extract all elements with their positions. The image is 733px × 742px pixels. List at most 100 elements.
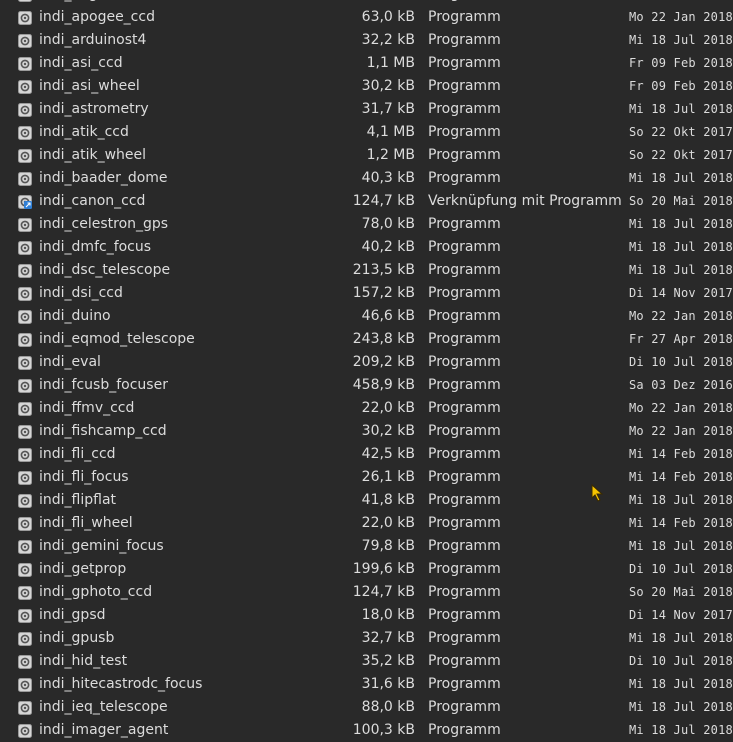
file-size: 31,7 kB [361,101,415,117]
file-row[interactable]: indi_atik_wheel 1,2 MB Programm So 22 Okt 2… [0,144,733,167]
file-name: indi_hid_test [39,653,128,669]
file-date: Mi 18 Jul 2018 [629,539,733,553]
executable-icon [18,356,32,370]
file-row[interactable]: indi_fli_wheel 22,0 kB Programm Mi 14 Feb 2… [0,512,733,535]
executable-icon [18,678,32,692]
file-row[interactable]: indi_gemini_focus 79,8 kB Programm Mi 18 Ju… [0,535,733,558]
executable-icon [18,218,32,232]
executable-icon [18,540,32,554]
file-size: 32,2 kB [361,32,415,48]
file-row[interactable]: indi_duino 46,6 kB Programm Mo 22 Jan 2018 [0,305,733,328]
file-size: 209,2 kB [352,354,415,370]
file-type: Programm [428,147,501,163]
file-type: Programm [428,676,501,692]
file-row[interactable]: indi_astrometry 31,7 kB Programm Mi 18 Jul … [0,98,733,121]
file-row[interactable]: indi_ieq_telescope 88,0 kB Programm Mi 18 J… [0,696,733,719]
file-row[interactable]: indi_eval 209,2 kB Programm Di 10 Jul 2018 [0,351,733,374]
file-row[interactable]: indi_flipflat 41,8 kB Programm Mi 18 Jul 20… [0,489,733,512]
executable-icon [18,494,32,508]
file-row[interactable]: indi_getprop 199,6 kB Programm Di 10 Jul 20… [0,558,733,581]
pointer-arrow-icon [591,484,604,502]
file-row[interactable]: indi_gphoto_ccd 124,7 kB Programm So 20 Mai… [0,581,733,604]
file-date: Mi 18 Jul 2018 [629,240,733,254]
file-name: indi_atik_ccd [39,124,129,140]
file-row[interactable]: indi_eqmod_telescope 243,8 kB Programm Fr 2… [0,328,733,351]
file-type: Programm [428,469,501,485]
file-date: Di 14 Nov 2017 [629,286,733,300]
file-row[interactable]: indi_baader_dome 40,3 kB Programm Mi 18 Jul… [0,167,733,190]
file-size: 4,1 MB [366,124,415,140]
file-row[interactable]: indi_fli_ccd 42,5 kB Programm Mi 14 Feb 201… [0,443,733,466]
file-size: 199,6 kB [352,561,415,577]
file-row[interactable]: indi_canon_ccd 124,7 kB Verknüpfung mit Pr… [0,190,733,213]
executable-icon [18,379,32,393]
executable-icon [18,563,32,577]
file-row[interactable]: indi_atik_ccd 4,1 MB Programm So 22 Okt 201… [0,121,733,144]
file-type: Programm [428,515,501,531]
file-date: Mo 22 Jan 2018 [629,10,733,24]
file-size: 26,1 kB [361,469,415,485]
executable-icon [18,609,32,623]
file-row[interactable]: indi_hid_test 35,2 kB Programm Di 10 Jul 20… [0,650,733,673]
file-date: So 20 Mai 2018 [629,585,733,599]
file-row[interactable]: indi_dsi_ccd 157,2 kB Programm Di 14 Nov 20… [0,282,733,305]
executable-icon [18,126,32,140]
file-row[interactable]: indi_gpsd 18,0 kB Programm Di 14 Nov 2017 [0,604,733,627]
file-name: indi_fishcamp_ccd [39,423,167,439]
executable-icon [18,11,32,25]
file-row[interactable]: indi_dmfc_focus 40,2 kB Programm Mi 18 Jul … [0,236,733,259]
file-date: Mi 18 Jul 2018 [629,217,733,231]
file-name: indi_baader_dome [39,170,168,186]
file-row[interactable]: indi_dsc_telescope 213,5 kB Programm Mi 18 … [0,259,733,282]
file-type: Programm [428,423,501,439]
file-row[interactable]: indi_ffmv_ccd 22,0 kB Programm Mo 22 Jan 20… [0,397,733,420]
file-size: 1,2 MB [366,147,415,163]
file-row[interactable]: indi_fishcamp_ccd 30,2 kB Programm Mo 22 Ja… [0,420,733,443]
file-row[interactable]: indi_arduinost4 32,2 kB Programm Mi 18 Jul … [0,29,733,52]
file-size: 40,2 kB [361,239,415,255]
file-size: 35,2 kB [361,653,415,669]
file-name: indi_gemini_focus [39,538,164,554]
file-size: 63,0 kB [361,9,415,25]
executable-icon [18,448,32,462]
file-type: Programm [428,653,501,669]
file-date: Di 10 Jul 2018 [629,562,733,576]
file-row[interactable]: indi_apogee_ccd 63,0 kB Programm Mo 22 Jan … [0,6,733,29]
file-type: Programm [428,308,501,324]
file-type: Programm [428,400,501,416]
executable-icon [18,287,32,301]
file-row[interactable]: indi_gpusb 32,7 kB Programm Mi 18 Jul 2018 [0,627,733,650]
file-row[interactable]: indi_asi_wheel 30,2 kB Programm Fr 09 Feb 2… [0,75,733,98]
file-date: Fr 27 Apr 2018 [629,332,733,346]
file-date: Mi 18 Jul 2018 [629,33,733,47]
file-name: indi_astrometry [39,101,149,117]
file-row[interactable]: indi_fcusb_focuser 458,9 kB Programm Sa 03 … [0,374,733,397]
executable-icon [18,701,32,715]
executable-icon [18,241,32,255]
file-name: indi_getprop [39,561,127,577]
file-name: indi_eval [39,354,101,370]
file-name: indi_canon_ccd [39,193,146,209]
file-name: indi_fli_focus [39,469,129,485]
file-size: 46,6 kB [361,308,415,324]
file-size: 79,8 kB [361,538,415,554]
file-date: Mi 18 Jul 2018 [629,493,733,507]
file-name: indi_atik_wheel [39,147,147,163]
file-name: indi_duino [39,308,111,324]
file-size: 22,0 kB [361,515,415,531]
file-size: 30,2 kB [361,78,415,94]
file-name: indi_fli_ccd [39,446,116,462]
file-name: indi_fli_wheel [39,515,133,531]
file-row[interactable]: indi_hitecastrodc_focus 31,6 kB Programm Mi… [0,673,733,696]
file-size: 1,1 MB [366,55,415,71]
file-row[interactable]: indi_asi_ccd 1,1 MB Programm Fr 09 Feb 2018 [0,52,733,75]
file-name: indi_gpsd [39,607,106,623]
file-row[interactable]: indi_celestron_gps 78,0 kB Programm Mi 18 J… [0,213,733,236]
executable-icon [18,724,32,738]
file-type: Programm [428,446,501,462]
file-name: indi_fcusb_focuser [39,377,168,393]
file-type: Programm [428,170,501,186]
file-row[interactable]: indi_fli_focus 26,1 kB Programm Mi 14 Feb 2… [0,466,733,489]
file-type: Programm [428,239,501,255]
executable-icon [18,172,32,186]
